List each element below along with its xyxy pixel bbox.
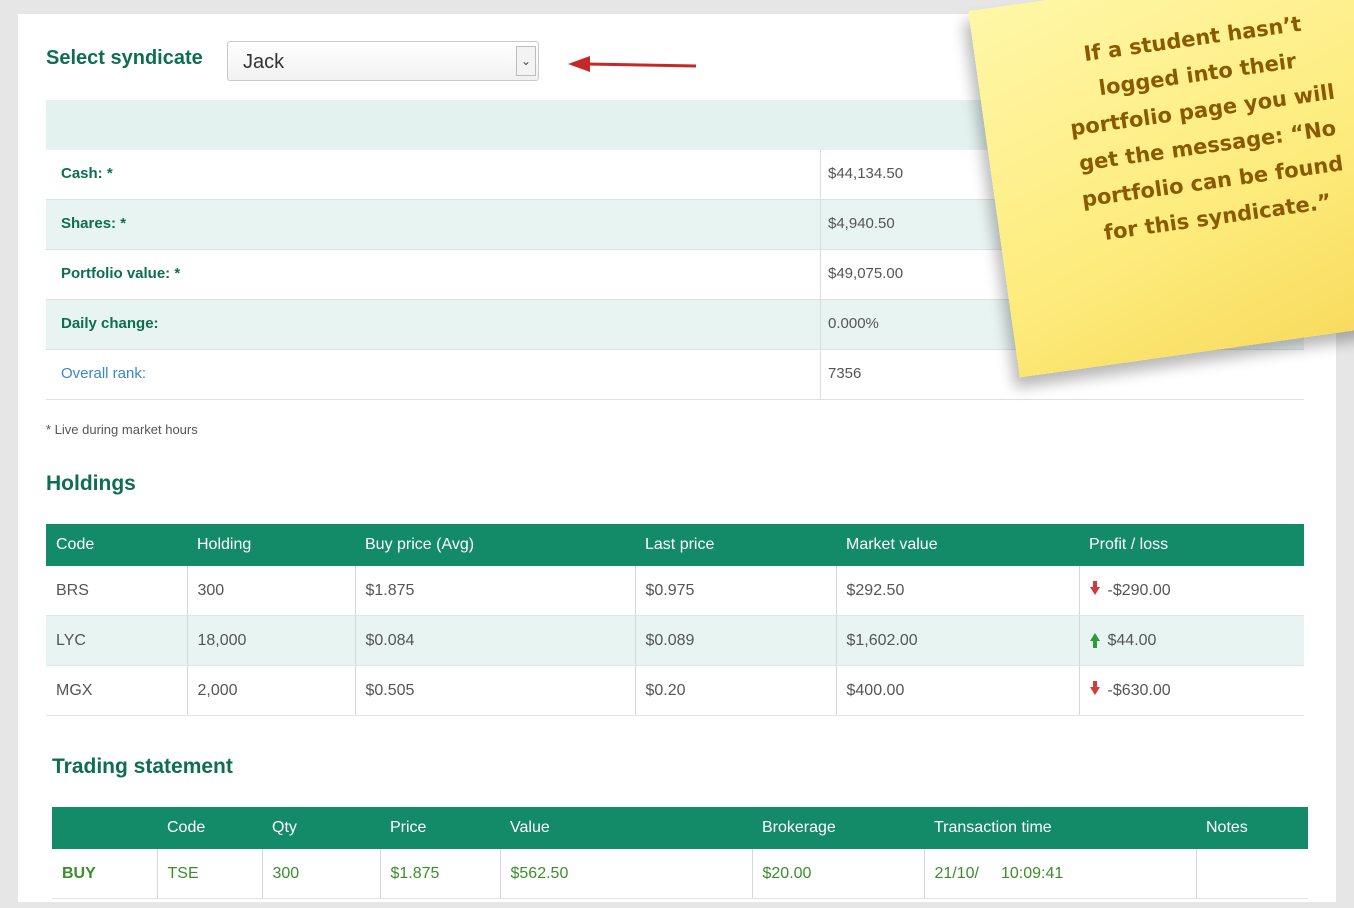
profit-loss-value: $44.00 — [1107, 631, 1157, 649]
column-divider — [820, 300, 821, 349]
buy-price: $1.875 — [354, 566, 635, 616]
sticky-note-text: If a student hasn’t logged into their port… — [1027, 0, 1354, 258]
market-value: $292.50 — [835, 566, 1079, 616]
trading-column-header: Price — [380, 807, 500, 849]
table-row: BRS 300 $1.875 $0.975 $292.50 -$290.00 — [46, 566, 1304, 616]
holding-quantity: 300 — [186, 566, 355, 616]
trading-column-header: Notes — [1196, 807, 1308, 849]
summary-value: 7356 — [828, 365, 862, 382]
column-divider — [820, 150, 821, 199]
profit-loss-value: -$630.00 — [1107, 681, 1171, 699]
syndicate-select[interactable]: Jack ⌄ — [227, 41, 539, 81]
summary-label: Shares: * — [61, 215, 127, 232]
trade-type: BUY — [52, 849, 157, 899]
transaction-clock: 10:09:41 — [1000, 864, 1064, 882]
column-divider — [820, 200, 821, 249]
trade-notes — [1195, 849, 1308, 899]
column-divider — [820, 350, 821, 399]
syndicate-selected-value: Jack — [243, 51, 285, 73]
trade-code: TSE — [156, 849, 262, 899]
holdings-title: Holdings — [46, 472, 136, 495]
trade-value: $562.50 — [499, 849, 752, 899]
last-price: $0.975 — [634, 566, 836, 616]
buy-price: $0.084 — [354, 615, 635, 666]
trading-statement-title: Trading statement — [52, 755, 233, 778]
arrow-down-icon — [1089, 581, 1100, 596]
profit-loss-cell: -$290.00 — [1078, 566, 1304, 616]
profit-loss-cell: -$630.00 — [1078, 665, 1304, 716]
holdings-table: Code Holding Buy price (Avg) Last price Mark… — [46, 524, 1304, 716]
trading-statement-table: Code Qty Price Value Brokerage Transaction ti… — [52, 807, 1308, 899]
trade-brokerage: $20.00 — [751, 849, 924, 899]
holdings-column-header: Market value — [836, 524, 1079, 566]
holding-code-link[interactable]: LYC — [46, 615, 187, 666]
trading-column-header: Transaction time — [924, 807, 1196, 849]
footnote: * Live during market hours — [46, 422, 198, 437]
summary-value: $44,134.50 — [828, 165, 904, 182]
select-syndicate-label: Select syndicate — [46, 47, 203, 69]
holding-code-link[interactable]: MGX — [46, 665, 187, 716]
buy-price: $0.505 — [354, 665, 635, 716]
holdings-column-header: Buy price (Avg) — [355, 524, 635, 566]
holdings-column-header: Holding — [187, 524, 355, 566]
summary-label: Cash: * — [61, 165, 113, 182]
summary-value: 0.000% — [828, 315, 879, 332]
holding-code-link[interactable]: BRS — [46, 566, 187, 616]
table-row: LYC 18,000 $0.084 $0.089 $1,602.00 $44.00 — [46, 615, 1304, 666]
trading-column-header: Qty — [262, 807, 380, 849]
summary-label: Portfolio value: * — [61, 265, 181, 282]
holdings-column-header: Profit / loss — [1079, 524, 1304, 566]
holdings-column-header: Last price — [635, 524, 836, 566]
trading-column-header — [52, 807, 157, 849]
transaction-time: 21/10/10:09:41 — [923, 849, 1196, 899]
chevron-down-icon[interactable]: ⌄ — [516, 46, 536, 76]
overall-rank-link[interactable]: Overall rank: — [61, 365, 146, 382]
summary-value: $49,075.00 — [828, 265, 904, 282]
summary-label: Daily change: — [61, 315, 159, 332]
profit-loss-value: -$290.00 — [1107, 581, 1171, 599]
column-divider — [820, 250, 821, 299]
trading-column-header: Brokerage — [752, 807, 924, 849]
arrow-down-icon — [1089, 681, 1100, 696]
holdings-column-header: Code — [46, 524, 187, 566]
table-row: BUY TSE 300 $1.875 $562.50 $20.00 21/10/10:09:… — [52, 849, 1308, 899]
profit-loss-cell: $44.00 — [1078, 615, 1304, 666]
red-arrow-annotation-icon — [568, 56, 697, 72]
holding-quantity: 2,000 — [186, 665, 355, 716]
trading-column-header: Code — [157, 807, 262, 849]
trade-price: $1.875 — [379, 849, 500, 899]
arrow-up-icon — [1089, 633, 1100, 649]
last-price: $0.089 — [634, 615, 836, 666]
transaction-date: 21/10/ — [934, 864, 979, 882]
last-price: $0.20 — [634, 665, 836, 716]
market-value: $1,602.00 — [835, 615, 1079, 666]
trading-column-header: Value — [500, 807, 752, 849]
holding-quantity: 18,000 — [186, 615, 355, 666]
trade-qty: 300 — [261, 849, 380, 899]
market-value: $400.00 — [835, 665, 1079, 716]
table-row: MGX 2,000 $0.505 $0.20 $400.00 -$630.00 — [46, 665, 1304, 716]
summary-value: $4,940.50 — [828, 215, 895, 232]
